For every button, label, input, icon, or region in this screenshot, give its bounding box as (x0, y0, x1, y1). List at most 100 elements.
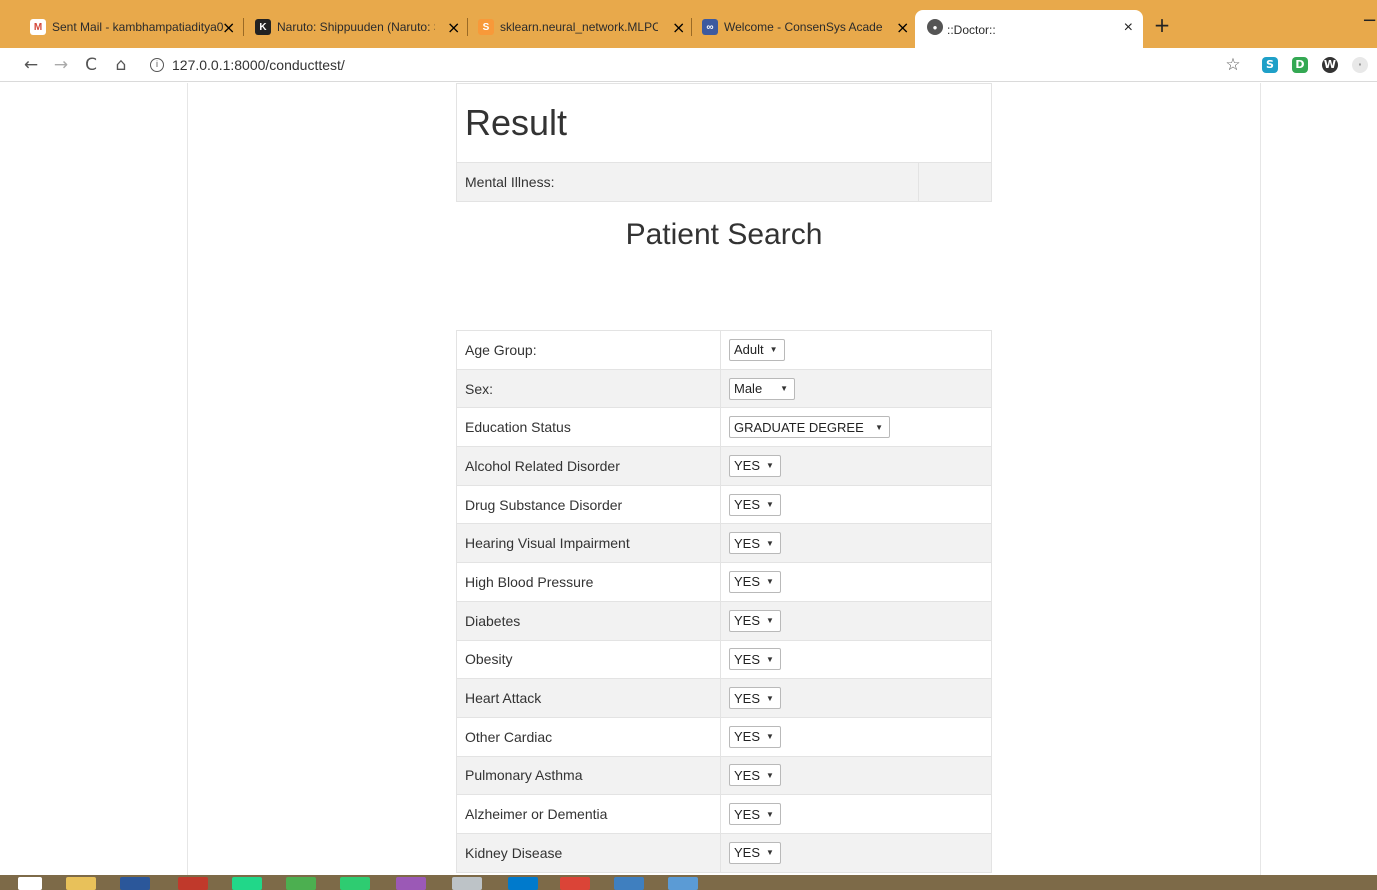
vscode-icon[interactable] (508, 877, 538, 890)
drug-disorder-select[interactable]: YES ▼ (729, 493, 781, 516)
form-row-hearing: Hearing Visual Impairment YES ▼ (456, 523, 992, 564)
field-label: High Blood Pressure (456, 562, 721, 602)
result-row: Mental Illness: (456, 162, 992, 202)
home-icon[interactable]: ⌂ (110, 54, 132, 76)
tab-doctor[interactable]: ● ::Doctor:: × (915, 10, 1143, 48)
windows-start-icon[interactable] (18, 877, 42, 890)
age-group-select[interactable]: Adult ▼ (729, 338, 785, 361)
select-value: Adult (734, 342, 764, 358)
back-icon[interactable]: ← (20, 54, 42, 76)
file-explorer-icon[interactable] (66, 877, 96, 890)
form-row-obesity: Obesity YES ▼ (456, 639, 992, 680)
chevron-down-icon: ▼ (766, 654, 774, 664)
w-extension-icon[interactable]: W (1322, 57, 1338, 73)
chevron-down-icon: ▼ (780, 384, 788, 394)
select-value: YES (734, 535, 761, 551)
chrome-icon[interactable] (560, 877, 590, 890)
site-info-icon[interactable]: i (150, 58, 164, 73)
forward-icon[interactable]: → (50, 54, 72, 76)
app-icon-red[interactable] (178, 877, 208, 890)
d-extension-icon[interactable]: D (1292, 57, 1308, 73)
chevron-down-icon: ▼ (766, 809, 774, 819)
chevron-down-icon: ▼ (766, 770, 774, 780)
form-row-education: Education Status GRADUATE DEGREE ▼ (456, 407, 992, 448)
diabetes-select[interactable]: YES ▼ (729, 609, 781, 632)
sklearn-icon: S (478, 19, 494, 35)
select-value: YES (734, 767, 761, 783)
form-row-heart-attack: Heart Attack YES ▼ (456, 678, 992, 718)
form-row-sex: Sex: Male ▼ (456, 368, 992, 409)
word-icon[interactable] (120, 877, 150, 890)
app-icon-blue-2[interactable] (668, 877, 698, 890)
select-value: GRADUATE DEGREE (734, 419, 864, 435)
result-table: Result Mental Illness: (456, 83, 992, 202)
tab-naruto[interactable]: K Naruto: Shippuuden (Naruto: Shi (245, 13, 445, 41)
education-status-select[interactable]: GRADUATE DEGREE ▼ (729, 416, 890, 439)
form-row-kidney: Kidney Disease YES ▼ (456, 832, 992, 873)
kidney-disease-select[interactable]: YES ▼ (729, 841, 781, 864)
field-label: Drug Substance Disorder (456, 484, 721, 525)
tab-label: sklearn.neural_network.MLPClass (500, 20, 658, 34)
chevron-down-icon: ▼ (875, 422, 883, 432)
form-row-blood-pressure: High Blood Pressure YES ▼ (456, 562, 992, 602)
chevron-down-icon: ▼ (766, 500, 774, 510)
tab-label: Naruto: Shippuuden (Naruto: Shi (277, 20, 435, 34)
avatar-icon[interactable]: · (1352, 57, 1368, 73)
pulmonary-asthma-select[interactable]: YES ▼ (729, 764, 781, 787)
new-tab-icon[interactable]: + (1152, 15, 1172, 35)
mental-illness-value (918, 162, 992, 202)
chevron-down-icon: ▼ (766, 577, 774, 587)
tab-label: Welcome - ConsenSys Academy (724, 20, 882, 34)
result-title: Result (456, 83, 992, 163)
field-label: Alzheimer or Dementia (456, 794, 721, 834)
close-tab-icon[interactable]: × (896, 18, 909, 37)
field-label: Other Cardiac (456, 716, 721, 757)
chevron-down-icon: ▼ (769, 345, 778, 355)
bookmark-star-icon[interactable]: ☆ (1222, 54, 1244, 76)
heart-attack-select[interactable]: YES ▼ (729, 687, 781, 710)
address-bar[interactable]: i 127.0.0.1:8000/conducttest/ (146, 52, 1216, 78)
alcohol-disorder-select[interactable]: YES ▼ (729, 454, 781, 477)
minimize-window-icon[interactable]: − (1362, 10, 1377, 31)
field-label: Alcohol Related Disorder (456, 446, 721, 486)
tab-sent-mail[interactable]: M Sent Mail - kambhampatiaditya0 (20, 13, 242, 41)
select-value: YES (734, 729, 761, 745)
browser-tab-strip: M Sent Mail - kambhampatiaditya0 × K Nar… (0, 0, 1377, 48)
close-tab-icon[interactable]: × (447, 18, 460, 37)
form-row-other-cardiac: Other Cardiac YES ▼ (456, 716, 992, 757)
form-row-age-group: Age Group: Adult ▼ (456, 330, 992, 370)
s-extension-icon[interactable]: S (1262, 57, 1278, 73)
field-label: Pulmonary Asthma (456, 755, 721, 796)
close-tab-icon[interactable]: × (672, 18, 685, 37)
obesity-select[interactable]: YES ▼ (729, 648, 781, 671)
select-value: YES (734, 574, 761, 590)
chevron-down-icon: ▼ (766, 848, 774, 858)
app-icon-blue[interactable] (614, 877, 644, 890)
close-tab-icon[interactable]: × (1124, 19, 1133, 37)
tab-label: Sent Mail - kambhampatiaditya0 (52, 20, 224, 34)
blood-pressure-select[interactable]: YES ▼ (729, 570, 781, 593)
tab-consensys[interactable]: ∞ Welcome - ConsenSys Academy (692, 13, 892, 41)
sex-select[interactable]: Male ▼ (729, 377, 795, 400)
taskbar (0, 875, 1377, 890)
other-cardiac-select[interactable]: YES ▼ (729, 725, 781, 748)
chevron-down-icon: ▼ (766, 538, 774, 548)
field-label: Sex: (456, 368, 721, 409)
close-tab-icon[interactable]: × (222, 18, 235, 37)
app-icon-grey[interactable] (452, 877, 482, 890)
reload-icon[interactable]: C (80, 54, 102, 76)
select-value: YES (734, 613, 761, 629)
app-icon-green-2[interactable] (340, 877, 370, 890)
alzheimer-select[interactable]: YES ▼ (729, 803, 781, 826)
select-value: YES (734, 651, 761, 667)
gmail-icon: M (30, 19, 46, 35)
hearing-visual-select[interactable]: YES ▼ (729, 532, 781, 555)
tab-sklearn[interactable]: S sklearn.neural_network.MLPClass (468, 13, 668, 41)
tab-divider (243, 18, 244, 36)
app-icon-green[interactable] (286, 877, 316, 890)
select-value: YES (734, 458, 761, 474)
chevron-down-icon: ▼ (766, 693, 774, 703)
browser-toolbar: ← → C ⌂ i 127.0.0.1:8000/conducttest/ ☆ S… (0, 48, 1377, 82)
pycharm-icon[interactable] (232, 877, 262, 890)
app-icon-purple[interactable] (396, 877, 426, 890)
